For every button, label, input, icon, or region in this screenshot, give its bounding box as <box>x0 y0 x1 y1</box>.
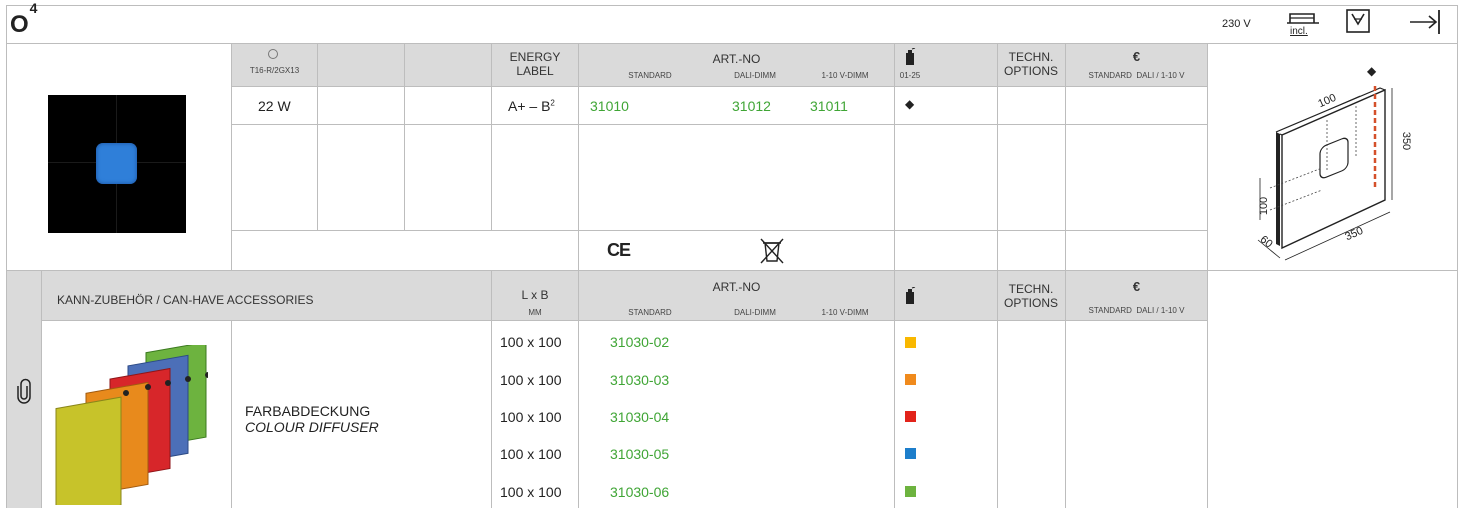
art-dali-sub: DALI-DIMM <box>734 71 776 80</box>
energy-label-header: ENERGY LABEL <box>509 50 561 78</box>
ce-mark: CE <box>607 240 631 260</box>
techn-options-header: TECHN. OPTIONS <box>1004 50 1059 78</box>
art-no-header: ART.-NO <box>712 52 761 66</box>
acc-euro-sub: STANDARD DALI / 1-10 V <box>1088 306 1185 315</box>
energy-range: A+ – B <box>508 98 551 114</box>
lamp-icon <box>268 49 278 59</box>
acc-color-swatch-3 <box>905 411 916 422</box>
acc-art-1: 31030-02 <box>610 334 670 350</box>
weee-bin-icon <box>760 238 784 264</box>
acc-size-4: 100 x 100 <box>500 446 562 462</box>
acc-art-110v-sub: 1-10 V-DIMM <box>821 308 869 317</box>
acc-art-4: 31030-05 <box>610 446 670 462</box>
acc-color-swatch-2 <box>905 374 916 385</box>
acc-techn-header: TECHN. OPTIONS <box>1004 282 1059 310</box>
product-image-diffuser <box>96 143 137 184</box>
art-dali-value: 31012 <box>732 98 771 114</box>
title-text: O <box>10 11 30 38</box>
acc-color-swatch-1 <box>905 337 916 348</box>
acc-art-dali-sub: DALI-DIMM <box>734 308 776 317</box>
package-icon <box>906 48 916 65</box>
package-mark: ◆ <box>905 97 915 111</box>
acc-art-2: 31030-03 <box>610 372 670 388</box>
paperclip-icon <box>17 378 31 404</box>
art-standard-value: 31010 <box>590 98 629 114</box>
acc-size-3: 100 x 100 <box>500 409 562 425</box>
title-superscript: 4 <box>29 0 39 16</box>
dimension-v100: 100 <box>1258 196 1271 216</box>
arrow-to-wall-icon <box>1410 10 1440 34</box>
acc-art-no-header: ART.-NO <box>712 280 761 294</box>
product-image <box>48 95 186 233</box>
acc-euro-header: € <box>1132 279 1141 294</box>
dimension-drawing <box>1257 86 1393 261</box>
art-110v-sub: 1-10 V-DIMM <box>821 71 869 80</box>
acc-art-3: 31030-04 <box>610 409 670 425</box>
acc-package-icon <box>906 287 916 304</box>
art-110v-value: 31011 <box>810 98 848 114</box>
acc-color-swatch-4 <box>905 448 916 459</box>
acc-art-standard-sub: STANDARD <box>628 308 672 317</box>
acc-size-1: 100 x 100 <box>500 334 562 350</box>
package-sub: 01-25 <box>899 71 921 80</box>
accessory-name-de: FARBABDECKUNG <box>245 403 371 419</box>
acc-color-swatch-5 <box>905 486 916 497</box>
mm-sub: MM <box>528 308 542 317</box>
dimension-h350: 350 <box>1400 131 1413 151</box>
diffuser-image <box>55 345 208 505</box>
dimension-marker: ◆ <box>1367 64 1377 78</box>
acc-size-2: 100 x 100 <box>500 372 562 388</box>
accessory-name-en: COLOUR DIFFUSER <box>245 419 379 435</box>
acc-art-5: 31030-06 <box>610 484 670 500</box>
art-standard-sub: STANDARD <box>628 71 672 80</box>
watt-value: 22 W <box>258 98 291 114</box>
voltage-label: 230 V <box>1222 18 1251 30</box>
energy-value: A+ – B2 <box>508 98 555 114</box>
energy-footnote: 2 <box>550 98 555 108</box>
ceiling-mount-icon <box>1346 9 1370 33</box>
lamp-type-label: T16-R/2GX13 <box>249 66 300 75</box>
acc-size-5: 100 x 100 <box>500 484 562 500</box>
euro-header: € <box>1132 49 1141 64</box>
lxb-header: L x B <box>521 288 549 302</box>
incl-label: incl. <box>1290 26 1308 37</box>
euro-sub: STANDARD DALI / 1-10 V <box>1088 71 1185 80</box>
product-title: O4 <box>10 0 38 39</box>
accessories-heading: KANN-ZUBEHÖR / CAN-HAVE ACCESSORIES <box>57 293 314 307</box>
